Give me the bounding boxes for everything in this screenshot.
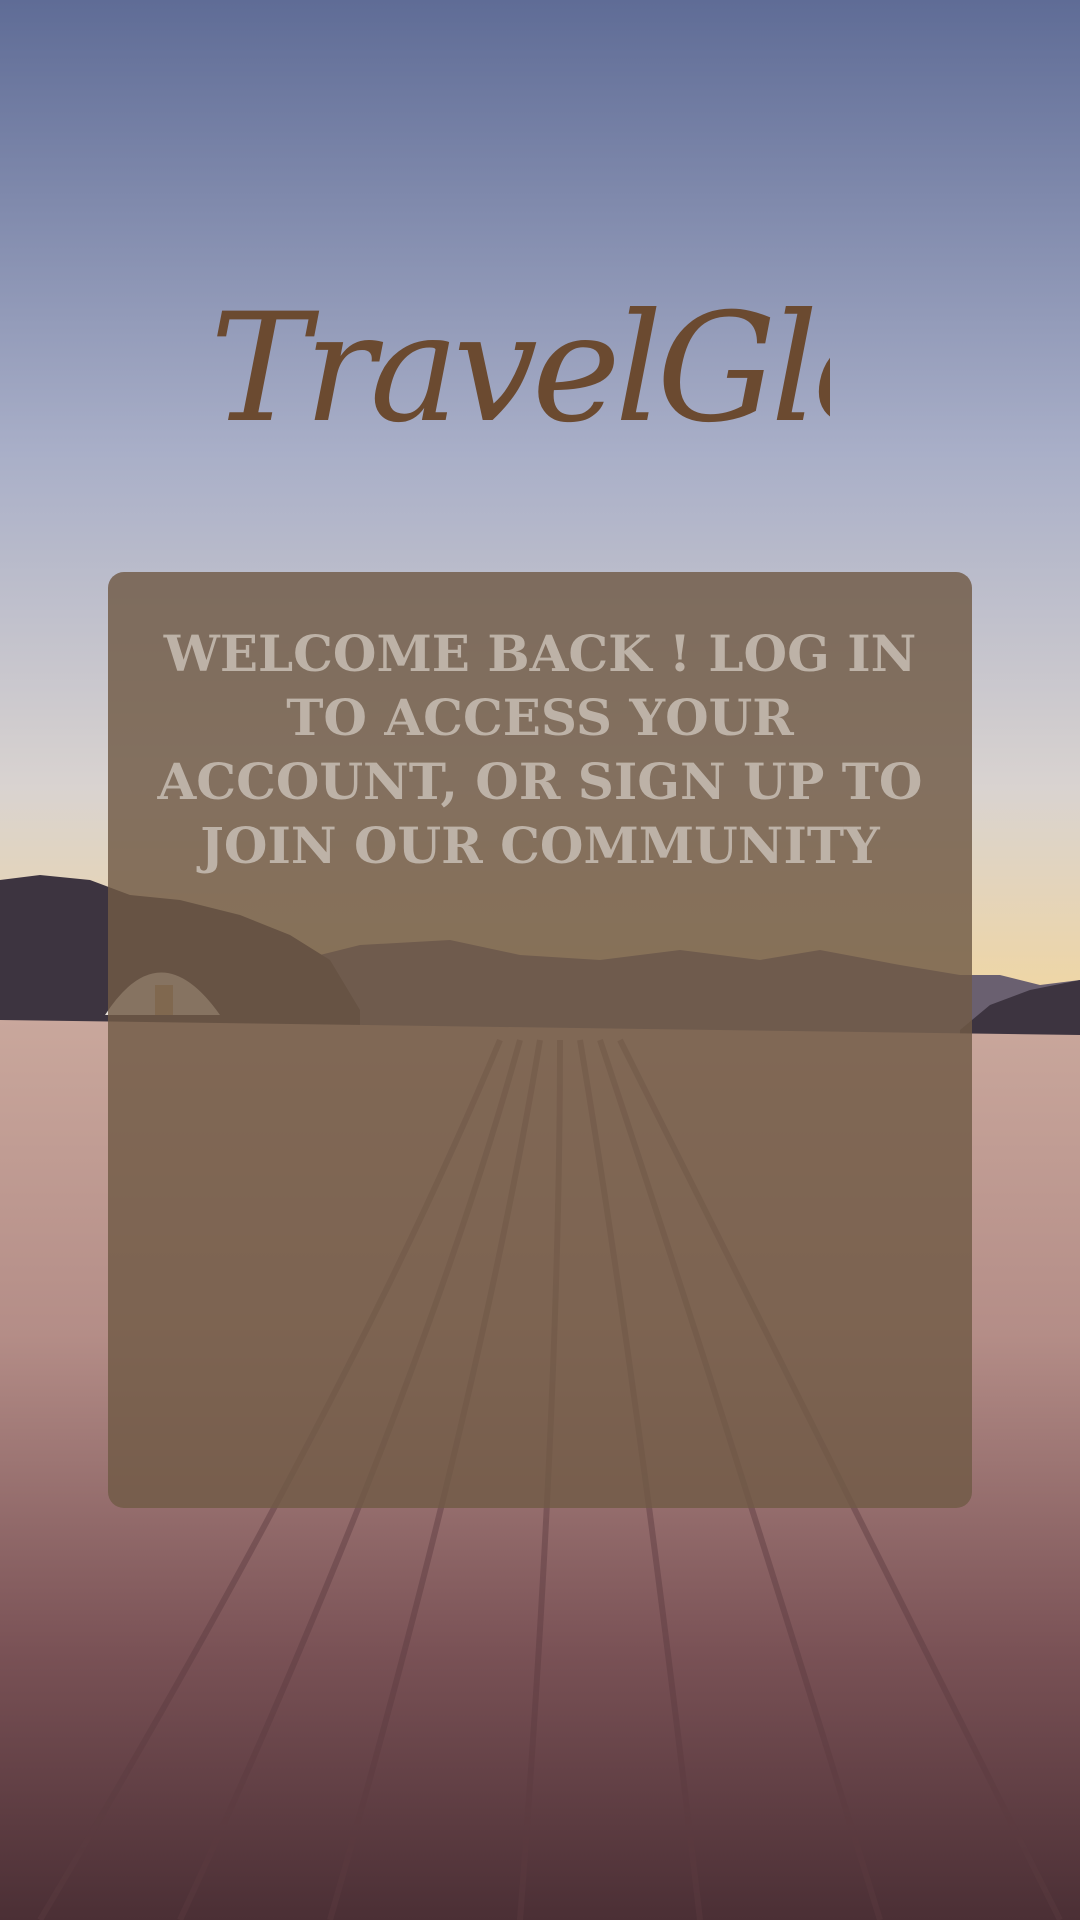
logo-text: TravelGlow — [210, 282, 830, 456]
login-card: WELCOME BACK ! LOG IN TO ACCESS YOUR ACC… — [108, 572, 972, 1508]
welcome-message: WELCOME BACK ! LOG IN TO ACCESS YOUR ACC… — [157, 624, 923, 875]
travelglow-logo: TravelGlow — [210, 282, 830, 456]
